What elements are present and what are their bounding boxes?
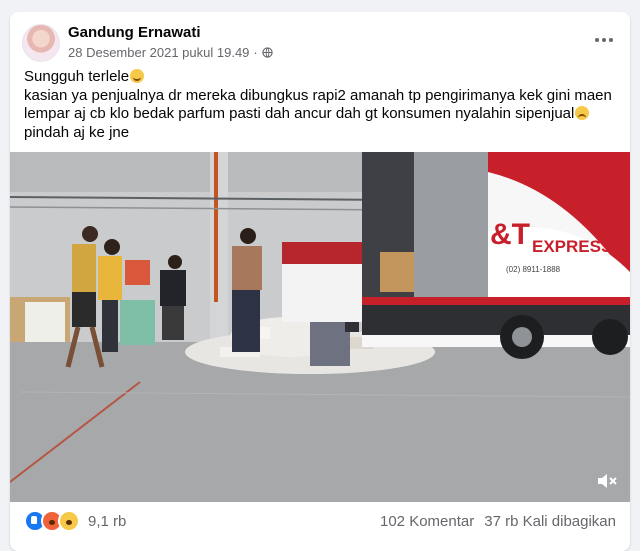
truck-brand: EXPRESS — [532, 237, 612, 256]
mute-volume-icon[interactable] — [596, 472, 618, 490]
post-video[interactable]: &T EXPRESS (02) 8911-1888 — [10, 152, 630, 502]
comments-count[interactable]: 102 Komentar — [380, 513, 474, 530]
post-card: Gandung Ernawati 28 Desember 2021 pukul … — [10, 12, 630, 551]
wow-icon — [58, 510, 80, 532]
dot-icon — [595, 38, 599, 42]
delivery-truck: &T EXPRESS (02) 8911-1888 — [362, 152, 630, 359]
dot-icon — [602, 38, 606, 42]
shares-count[interactable]: 37 rb Kali dibagikan — [484, 513, 616, 530]
post-meta: 28 Desember 2021 pukul 19.49 · — [68, 45, 273, 60]
truck-logo: &T — [490, 218, 530, 251]
author-name[interactable]: Gandung Ernawati — [68, 24, 201, 41]
meta-separator: · — [253, 45, 258, 60]
post-line-3: lempar aj cb klo bedak parfum pasti dah … — [24, 105, 612, 124]
post-line-2: kasian ya penjualnya dr mereka dibungkus… — [24, 86, 612, 104]
reaction-count[interactable]: 9,1 rb — [88, 513, 126, 530]
globe-icon[interactable] — [262, 47, 273, 58]
post-footer: 9,1 rb 102 Komentar 37 rb Kali dibagikan — [24, 507, 616, 535]
post-text: Sungguh terlele kasian ya penjualnya dr … — [24, 68, 612, 142]
dot-icon — [609, 38, 613, 42]
grinning-emoji-icon — [130, 69, 145, 83]
video-frame: &T EXPRESS (02) 8911-1888 — [10, 152, 630, 502]
post-line-4: pindah aj ke jne — [24, 123, 130, 141]
truck-phone: (02) 8911-1888 — [506, 265, 561, 274]
post-timestamp[interactable]: 28 Desember 2021 pukul 19.49 — [68, 45, 249, 60]
author-avatar[interactable] — [22, 24, 60, 62]
sad-emoji-icon — [575, 106, 590, 120]
reaction-icons[interactable]: 9,1 rb — [24, 510, 126, 532]
worker-figure — [232, 228, 262, 352]
post-header: Gandung Ernawati 28 Desember 2021 pukul … — [22, 24, 618, 66]
engagement-stats: 102 Komentar 37 rb Kali dibagikan — [380, 513, 616, 530]
post-line-1: Sungguh terlele — [24, 68, 612, 87]
more-options-button[interactable] — [590, 28, 618, 52]
